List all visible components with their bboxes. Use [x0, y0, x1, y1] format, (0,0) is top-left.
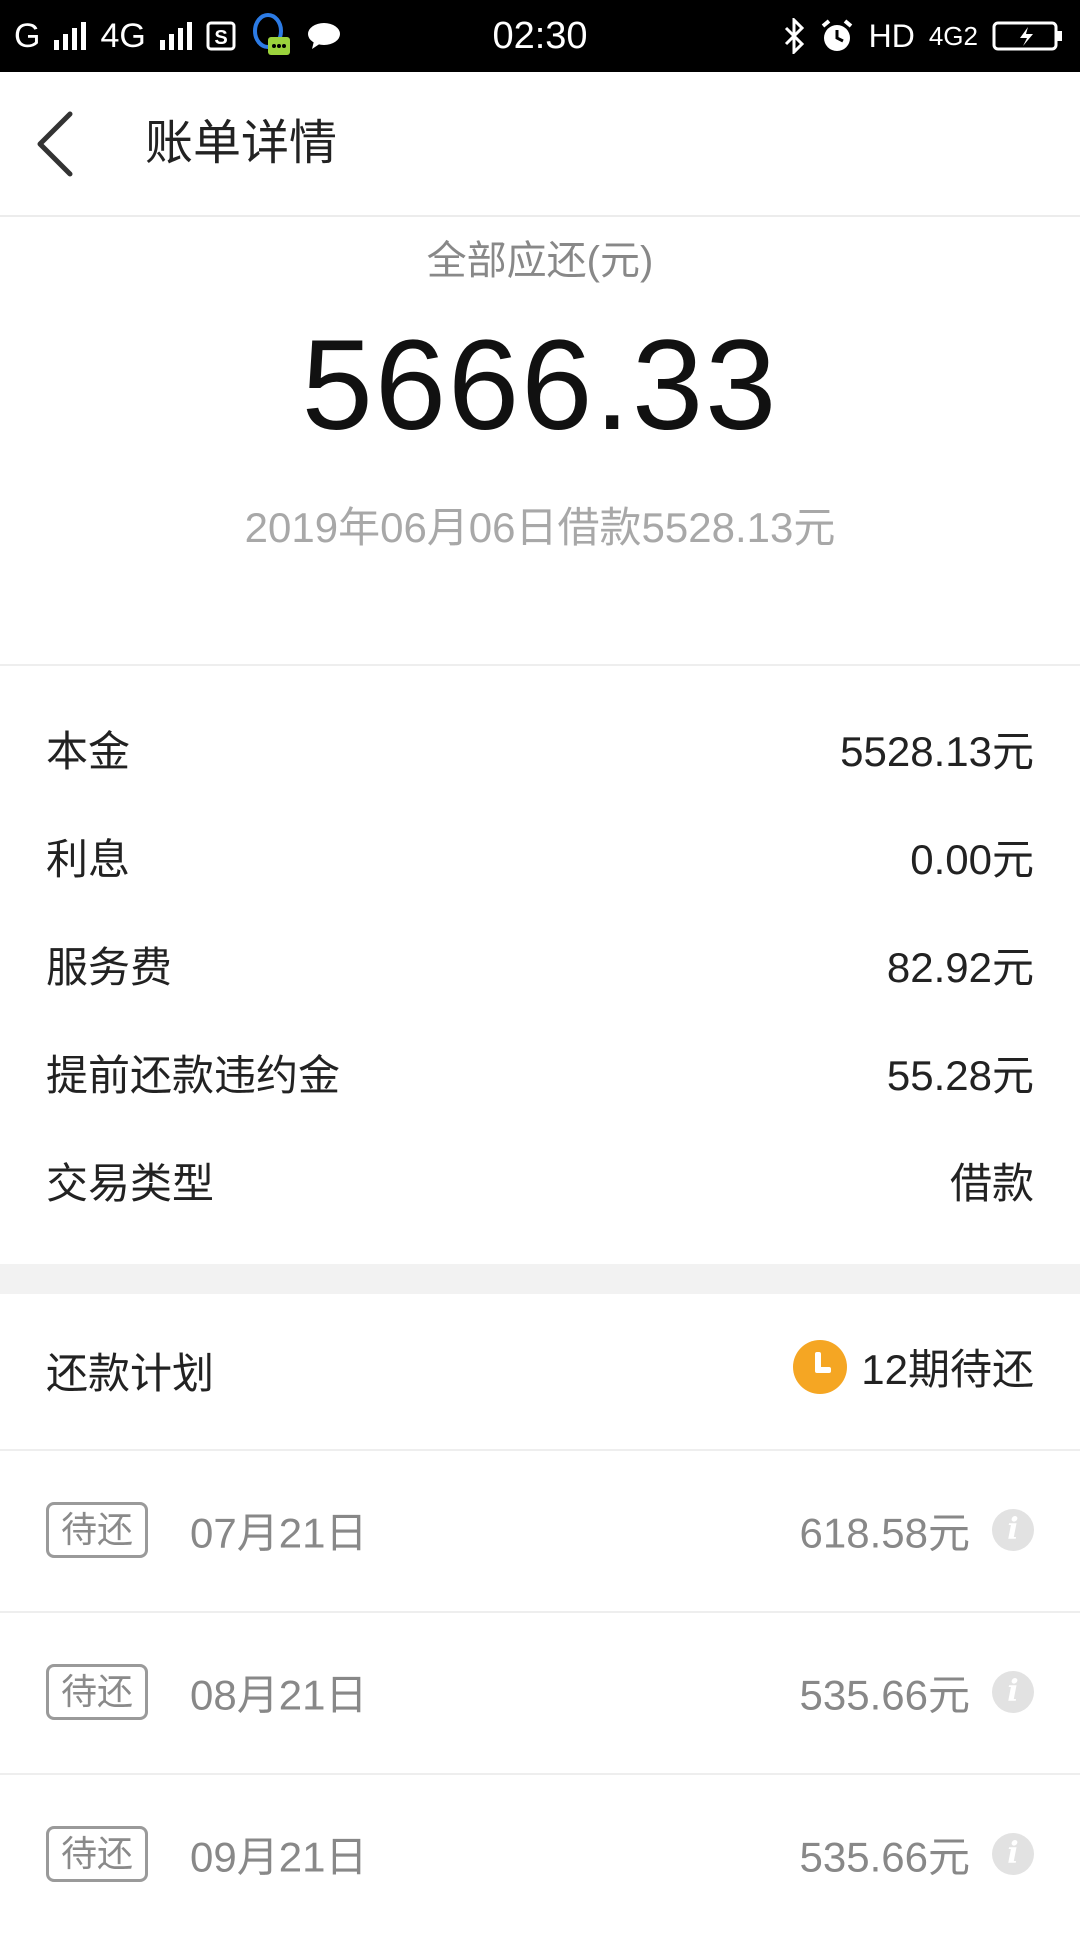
loan-info: 2019年06月06日借款5528.13元 [244, 504, 836, 551]
detail-label: 交易类型 [46, 1160, 215, 1207]
detail-row-interest: 利息 0.00元 [46, 826, 1034, 886]
detail-value: 82.92元 [886, 944, 1034, 991]
pending-badge: 待还 [46, 1826, 149, 1882]
lte-label: 4G2 [928, 20, 978, 51]
bluetooth-icon [783, 18, 805, 54]
pending-badge: 待还 [46, 1502, 149, 1558]
detail-row-principal: 本金 5528.13元 [46, 718, 1034, 778]
detail-value: 55.28元 [886, 1052, 1034, 1099]
detail-value: 借款 [949, 1160, 1034, 1207]
page-title: 账单详情 [145, 117, 338, 170]
signal-icon-2 [159, 22, 192, 50]
plan-status: 12期待还 [793, 1336, 1034, 1397]
detail-row-transaction-type: 交易类型 借款 [46, 1150, 1034, 1210]
plan-amount: 535.66元 [799, 1671, 970, 1719]
status-bar-right: HD 4G2 [783, 0, 1064, 72]
detail-row-penalty: 提前还款违约金 55.28元 [46, 1042, 1034, 1102]
status-bar: G 4G S 02:30 HD 4G2 [0, 0, 1080, 72]
detail-label: 本金 [46, 728, 131, 775]
detail-label: 服务费 [46, 944, 173, 991]
hd-label: HD [868, 17, 915, 54]
plan-row[interactable]: 待还 08月21日 535.66元 i [0, 1612, 1080, 1772]
detail-value: 0.00元 [910, 836, 1034, 883]
section-divider [0, 664, 1080, 666]
total-due-amount: 5666.33 [301, 314, 779, 457]
signal-icon [54, 22, 87, 50]
plan-date: 08月21日 [190, 1671, 368, 1719]
info-icon[interactable]: i [992, 1833, 1034, 1875]
carrier-label: G [14, 16, 41, 55]
repayment-plan-header: 还款计划 12期待还 [46, 1339, 1034, 1400]
chevron-left-icon [37, 111, 73, 177]
info-icon[interactable]: i [992, 1671, 1034, 1713]
plan-status-text: 12期待还 [861, 1346, 1034, 1393]
back-button[interactable] [28, 102, 88, 186]
svg-text:S: S [214, 27, 227, 49]
message-icon [306, 21, 342, 51]
plan-amount: 535.66元 [799, 1833, 970, 1881]
detail-label: 提前还款违约金 [46, 1052, 341, 1099]
alarm-icon [819, 18, 855, 54]
plan-date: 09月21日 [190, 1833, 368, 1881]
info-icon[interactable]: i [992, 1509, 1034, 1551]
detail-row-service-fee: 服务费 82.92元 [46, 934, 1034, 994]
plan-row[interactable]: 待还 09月21日 535.66元 i [0, 1774, 1080, 1934]
plan-amount: 618.58元 [799, 1509, 970, 1557]
battery-icon [992, 20, 1064, 52]
plan-row[interactable]: 待还 07月21日 618.58元 i [0, 1450, 1080, 1610]
pending-badge: 待还 [46, 1664, 149, 1720]
qq-notification-icon [250, 11, 292, 61]
clock-icon [793, 1339, 848, 1394]
section-gap [0, 1264, 1080, 1294]
app-header: 账单详情 [0, 72, 1080, 217]
detail-value: 5528.13元 [840, 728, 1034, 775]
total-due-label: 全部应还(元) [426, 239, 654, 283]
s-app-icon: S [206, 21, 236, 51]
plan-date: 07月21日 [190, 1509, 368, 1557]
detail-label: 利息 [46, 836, 131, 883]
status-bar-left: G 4G S [14, 0, 342, 72]
network-label: 4G [100, 16, 146, 55]
repayment-plan-title: 还款计划 [46, 1350, 215, 1397]
